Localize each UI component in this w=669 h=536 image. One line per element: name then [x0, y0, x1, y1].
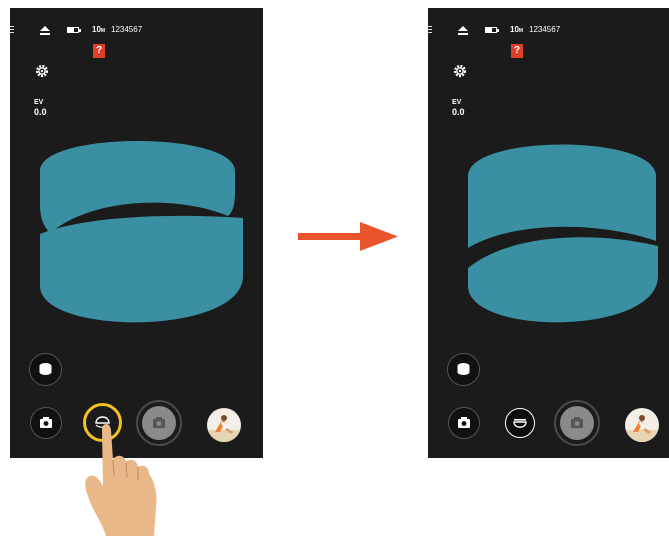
menu-icon[interactable]: [10, 26, 14, 35]
shutter-button[interactable]: [554, 400, 600, 446]
shutter-camera-icon: [571, 417, 583, 428]
ev-label: EV: [34, 99, 44, 106]
status-bar: 10M 1234567: [10, 25, 263, 39]
resolution-label: 10M: [510, 25, 524, 34]
shot-count: 1234567: [529, 25, 561, 34]
camera-icon: [40, 417, 52, 428]
camera-icon: [458, 417, 470, 428]
thumbnail-image: [625, 415, 659, 442]
gallery-thumbnail[interactable]: [207, 408, 241, 442]
lens-mode-button[interactable]: [29, 353, 62, 386]
gallery-thumbnail[interactable]: [625, 408, 659, 442]
lens-mode-icon: [457, 363, 470, 375]
thumbnail-image: [207, 415, 241, 442]
card-warning-icon: ?: [93, 44, 105, 58]
status-bar: 10M 1234567: [428, 25, 669, 39]
menu-icon[interactable]: [428, 26, 432, 35]
ev-value: 0.0: [34, 107, 47, 117]
photo-mode-button[interactable]: [30, 407, 62, 439]
camera-screen-before: 10M 1234567 ? EV 0.0: [10, 8, 263, 458]
ev-value: 0.0: [452, 107, 465, 117]
exposure-value: EV 0.0: [452, 99, 465, 117]
shutter-inner: [560, 406, 594, 440]
lens-mode-button[interactable]: [447, 353, 480, 386]
exposure-value: EV 0.0: [34, 99, 47, 117]
settings-icon[interactable]: [453, 64, 467, 78]
eject-icon[interactable]: [40, 26, 50, 35]
tapping-hand-icon: [85, 424, 157, 536]
battery-icon: [67, 27, 81, 33]
lens-view: [468, 144, 658, 323]
transition-arrow-icon: [298, 222, 398, 251]
resolution-label: 10M: [92, 25, 106, 34]
lens-view: [40, 141, 243, 323]
eject-icon[interactable]: [458, 26, 468, 35]
settings-icon[interactable]: [35, 64, 49, 78]
ev-label: EV: [452, 99, 462, 106]
photo-mode-button[interactable]: [448, 407, 480, 439]
battery-icon: [485, 27, 499, 33]
half-bowl-icon: [513, 419, 527, 428]
shot-count: 1234567: [111, 25, 143, 34]
view-mode-button[interactable]: [505, 408, 535, 438]
camera-screen-after: 10M 1234567 ? EV 0.0: [428, 8, 669, 458]
card-warning-icon: ?: [511, 44, 523, 58]
lens-mode-icon: [39, 363, 52, 375]
